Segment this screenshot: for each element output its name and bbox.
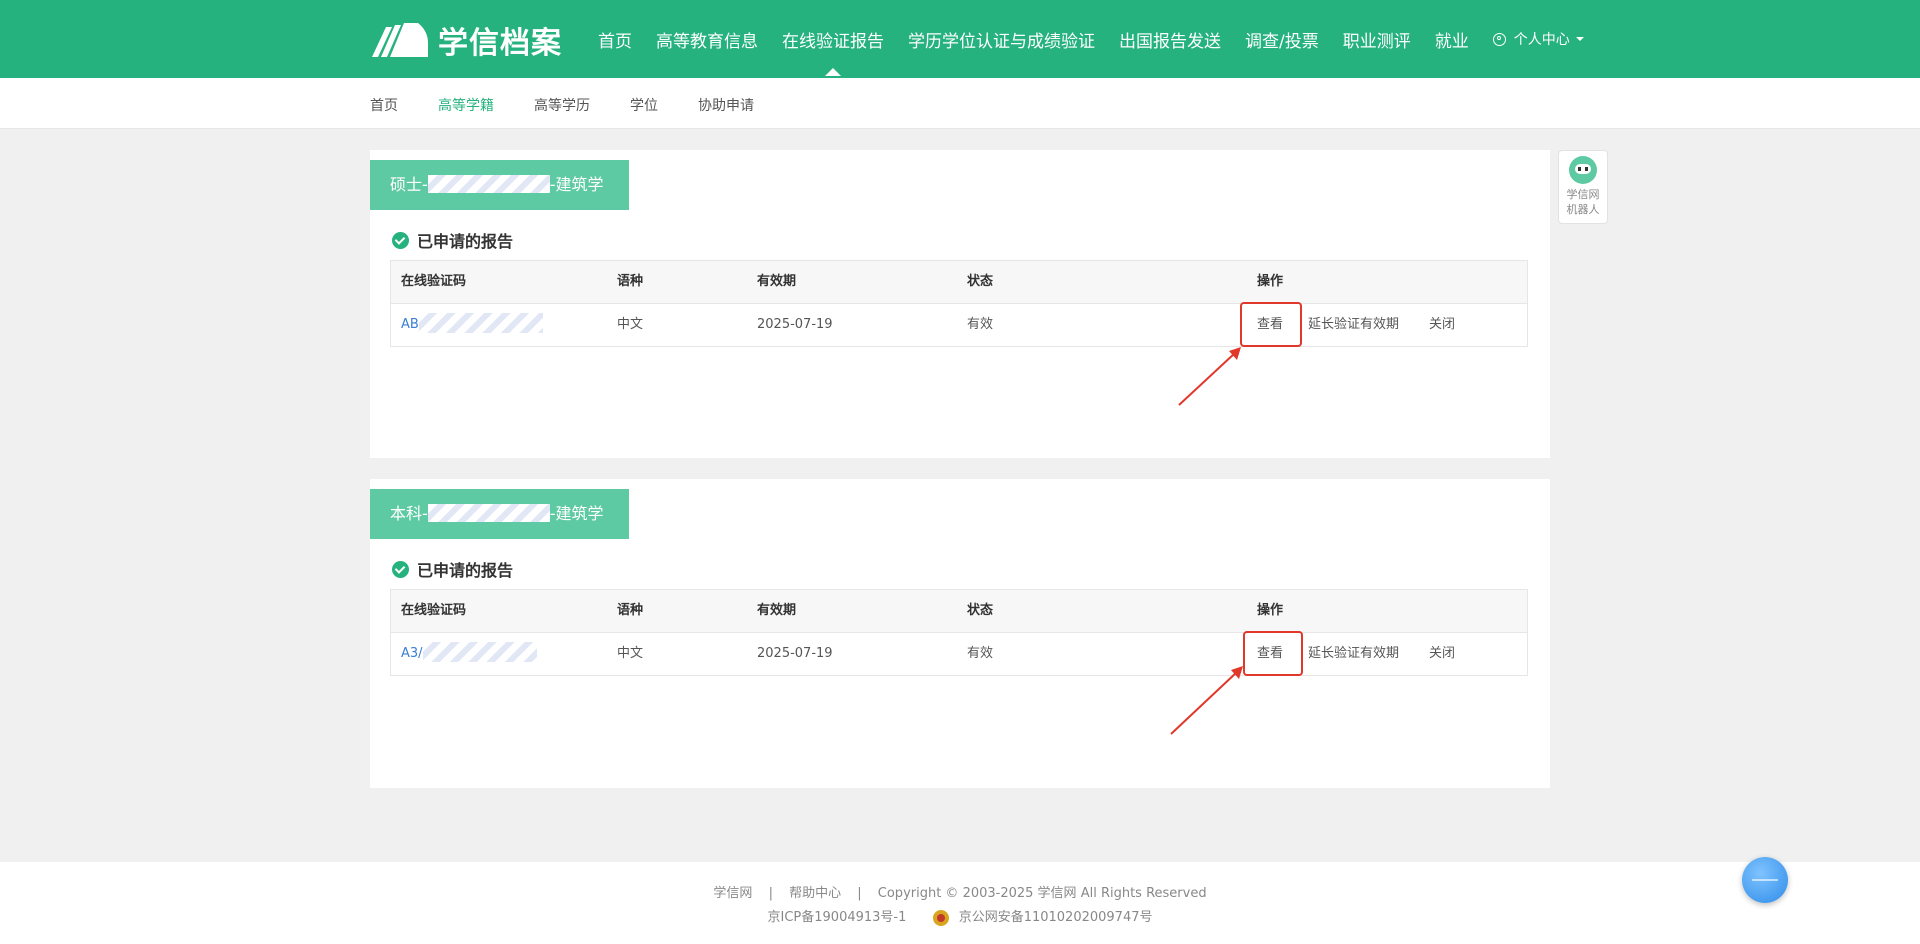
header-expiry: 有效期 (757, 603, 797, 618)
robot-label-line1: 学信网 (1566, 188, 1600, 201)
brand-title: 学信档案 (438, 26, 562, 61)
top-nav: 首页 高等教育信息 在线验证报告 学历学位认证与成绩验证 出国报告发送 调查/投… (598, 0, 1584, 78)
footer-link-help[interactable]: 帮助中心 (789, 886, 841, 901)
section-heading: 已申请的报告 (392, 228, 513, 252)
redacted-code (418, 313, 543, 333)
language-value: 中文 (617, 646, 644, 661)
header-language: 语种 (617, 603, 644, 618)
annotation-arrow-icon (1170, 666, 1243, 735)
table-header-row: 在线验证码 语种 有效期 状态 操作 (391, 261, 1527, 304)
redacted-school (427, 175, 550, 193)
subnav-assist-application[interactable]: 协助申请 (698, 95, 754, 115)
table-row: AB 中文 2025-07-19 有效 查看 延长验证有效期 关闭 (391, 304, 1527, 346)
footer-license: 京ICP备19004913号-1 京公网安备11010202009747号 (0, 906, 1920, 926)
redacted-code (422, 642, 537, 662)
nav-employment[interactable]: 就业 (1435, 27, 1469, 52)
subnav-home[interactable]: 首页 (370, 95, 398, 115)
footer-separator: | (768, 886, 773, 901)
card-title: 硕士- -建筑学 (370, 160, 629, 210)
user-center-menu[interactable]: 个人中心 (1492, 29, 1584, 49)
redacted-school (427, 504, 550, 522)
report-card-master: 硕士- -建筑学 已申请的报告 在线验证码 语种 有效期 状态 操作 AB 中文 … (370, 150, 1550, 458)
nav-survey-vote[interactable]: 调查/投票 (1245, 27, 1319, 52)
close-link[interactable]: 关闭 (1429, 304, 1455, 346)
footer-links: 学信网 | 帮助中心 | Copyright © 2003-2025 学信网 A… (0, 882, 1920, 901)
extend-validity-link[interactable]: 延长验证有效期 (1308, 633, 1399, 675)
report-table: 在线验证码 语种 有效期 状态 操作 A3/ 中文 2025-07-19 有效 … (390, 589, 1528, 676)
subnav-higher-enrollment[interactable]: 高等学籍 (438, 95, 494, 115)
footer: 学信网 | 帮助中心 | Copyright © 2003-2025 学信网 A… (0, 862, 1920, 944)
header-expiry: 有效期 (757, 274, 797, 289)
header-actions: 操作 (1257, 603, 1284, 618)
book-logo-icon (372, 23, 428, 57)
card-title-prefix: 硕士- (390, 175, 428, 194)
table-header-row: 在线验证码 语种 有效期 状态 操作 (391, 590, 1527, 633)
floating-assistant-ball[interactable] (1742, 857, 1788, 903)
logo[interactable]: 学信档案 (370, 20, 562, 61)
report-table: 在线验证码 语种 有效期 状态 操作 AB 中文 2025-07-19 有效 查… (390, 260, 1528, 347)
close-link[interactable]: 关闭 (1429, 633, 1455, 675)
annotation-highlight-box (1243, 631, 1303, 676)
section-heading: 已申请的报告 (392, 557, 513, 581)
annotation-highlight-box (1240, 302, 1302, 347)
nav-home[interactable]: 首页 (598, 27, 632, 52)
language-value: 中文 (617, 317, 644, 332)
header-status: 状态 (967, 274, 994, 289)
annotation-arrow-icon (1178, 347, 1241, 406)
card-title: 本科- -建筑学 (370, 489, 629, 539)
expiry-value: 2025-07-19 (757, 646, 833, 661)
card-title-prefix: 本科- (390, 504, 428, 523)
top-header: 学信档案 首页 高等教育信息 在线验证报告 学历学位认证与成绩验证 出国报告发送… (0, 0, 1920, 78)
header-code: 在线验证码 (401, 603, 467, 618)
nav-career-test[interactable]: 职业测评 (1343, 27, 1411, 52)
report-card-bachelor: 本科- -建筑学 已申请的报告 在线验证码 语种 有效期 状态 操作 A3/ 中文… (370, 479, 1550, 788)
nav-higher-education-info[interactable]: 高等教育信息 (656, 27, 758, 52)
robot-label-line2: 机器人 (1566, 203, 1600, 216)
expiry-value: 2025-07-19 (757, 317, 833, 332)
subnav-degree[interactable]: 学位 (630, 95, 658, 115)
section-heading-label: 已申请的报告 (417, 561, 514, 580)
sub-nav: 首页 高等学籍 高等学历 学位 协助申请 (0, 78, 1920, 129)
nav-degree-certification[interactable]: 学历学位认证与成绩验证 (908, 27, 1095, 52)
table-row: A3/ 中文 2025-07-19 有效 查看 延长验证有效期 关闭 (391, 633, 1527, 675)
footer-icp[interactable]: 京ICP备19004913号-1 (768, 910, 907, 925)
extend-validity-link[interactable]: 延长验证有效期 (1308, 304, 1399, 346)
user-center-label: 个人中心 (1513, 32, 1570, 48)
status-value: 有效 (967, 646, 994, 661)
header-language: 语种 (617, 274, 644, 289)
police-badge-icon (932, 909, 949, 926)
card-title-suffix: -建筑学 (549, 504, 604, 523)
chevron-down-icon (1575, 37, 1584, 41)
footer-copyright: Copyright © 2003-2025 学信网 All Rights Res… (877, 886, 1207, 901)
nav-overseas-report[interactable]: 出国报告发送 (1119, 27, 1221, 52)
section-heading-label: 已申请的报告 (417, 232, 514, 251)
subnav-higher-diploma[interactable]: 高等学历 (534, 95, 590, 115)
header-actions: 操作 (1257, 274, 1284, 289)
card-title-suffix: -建筑学 (549, 175, 604, 194)
robot-avatar-icon (1569, 156, 1597, 184)
header-status: 状态 (967, 603, 994, 618)
robot-assistant-button[interactable]: 学信网 机器人 (1558, 150, 1608, 224)
footer-police-record[interactable]: 京公网安备11010202009747号 (959, 910, 1153, 925)
footer-separator: | (857, 886, 862, 901)
nav-online-verification-report[interactable]: 在线验证报告 (782, 27, 884, 76)
check-circle-icon (392, 560, 409, 578)
header-code: 在线验证码 (401, 274, 467, 289)
status-value: 有效 (967, 317, 994, 332)
verification-code-link[interactable]: AB (401, 304, 543, 346)
user-circle-icon (1492, 32, 1506, 46)
check-circle-icon (392, 231, 409, 249)
verification-code-link[interactable]: A3/ (401, 633, 537, 675)
footer-link-xuexin[interactable]: 学信网 (713, 886, 752, 901)
